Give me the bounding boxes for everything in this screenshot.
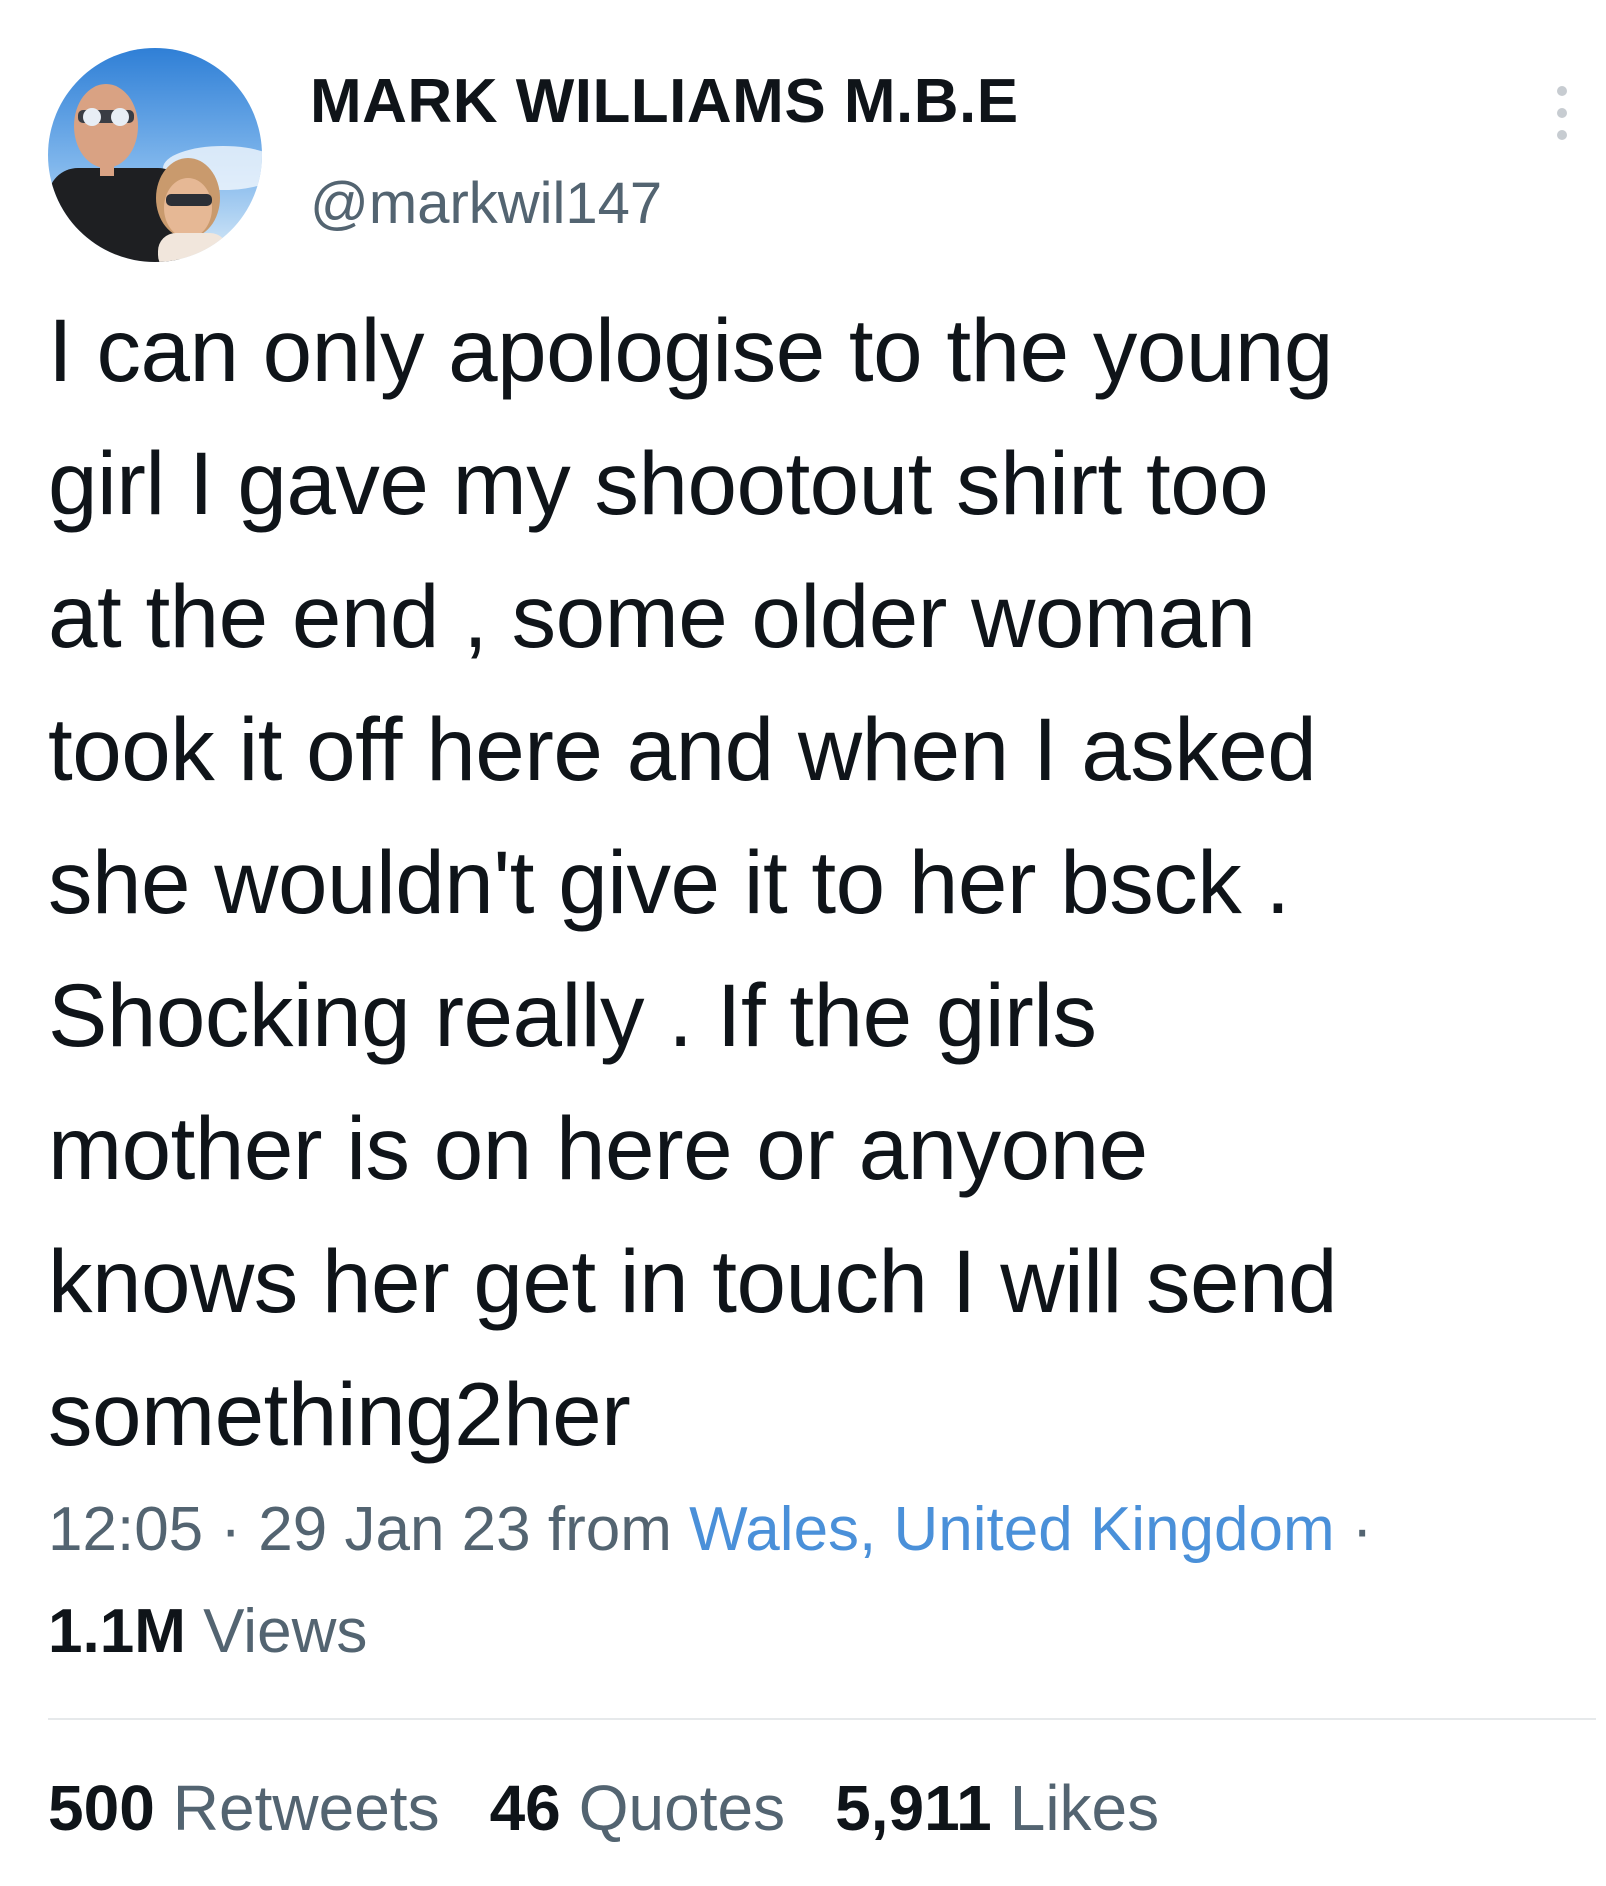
- tweet-text: I can only apologise to the young girl I…: [48, 300, 1338, 1464]
- retweets-stat[interactable]: 500 Retweets: [48, 1768, 440, 1848]
- tweet-time[interactable]: 12:05: [48, 1495, 203, 1564]
- retweets-label: Retweets: [172, 1772, 440, 1844]
- tweet-location-link[interactable]: Wales, United Kingdom: [689, 1495, 1335, 1564]
- meta-separator: ·: [1351, 1495, 1373, 1564]
- divider: [48, 1718, 1596, 1720]
- profile-photo-icon: [48, 48, 262, 262]
- tweet-meta: 12:05 · 29 Jan 23 from Wales, United Kin…: [48, 1490, 1373, 1570]
- tweet: MARK WILLIAMS M.B.E @markwil147 I can on…: [0, 0, 1606, 1886]
- views-count: 1.1M: [48, 1597, 186, 1666]
- quotes-label: Quotes: [578, 1772, 786, 1844]
- likes-count: 5,911: [835, 1772, 992, 1844]
- more-dot: [1557, 130, 1567, 140]
- more-options-icon[interactable]: [1542, 80, 1582, 146]
- quotes-count: 46: [489, 1772, 561, 1844]
- tweet-views: 1.1M Views: [48, 1592, 367, 1672]
- tweet-date[interactable]: 29 Jan 23: [258, 1495, 530, 1564]
- quotes-stat[interactable]: 46 Quotes: [490, 1768, 786, 1848]
- likes-stat[interactable]: 5,911 Likes: [835, 1768, 1159, 1848]
- likes-label: Likes: [1009, 1772, 1160, 1844]
- views-label: Views: [203, 1597, 368, 1666]
- more-dot: [1557, 108, 1567, 118]
- avatar[interactable]: [48, 48, 262, 262]
- from-label: from: [547, 1495, 672, 1564]
- meta-separator: ·: [220, 1495, 242, 1564]
- author-display-name[interactable]: MARK WILLIAMS M.B.E: [310, 66, 1019, 137]
- retweets-count: 500: [48, 1772, 155, 1844]
- more-dot: [1557, 86, 1567, 96]
- tweet-stats: 500 Retweets 46 Quotes 5,911 Likes: [48, 1768, 1159, 1848]
- author-handle[interactable]: @markwil147: [310, 170, 662, 237]
